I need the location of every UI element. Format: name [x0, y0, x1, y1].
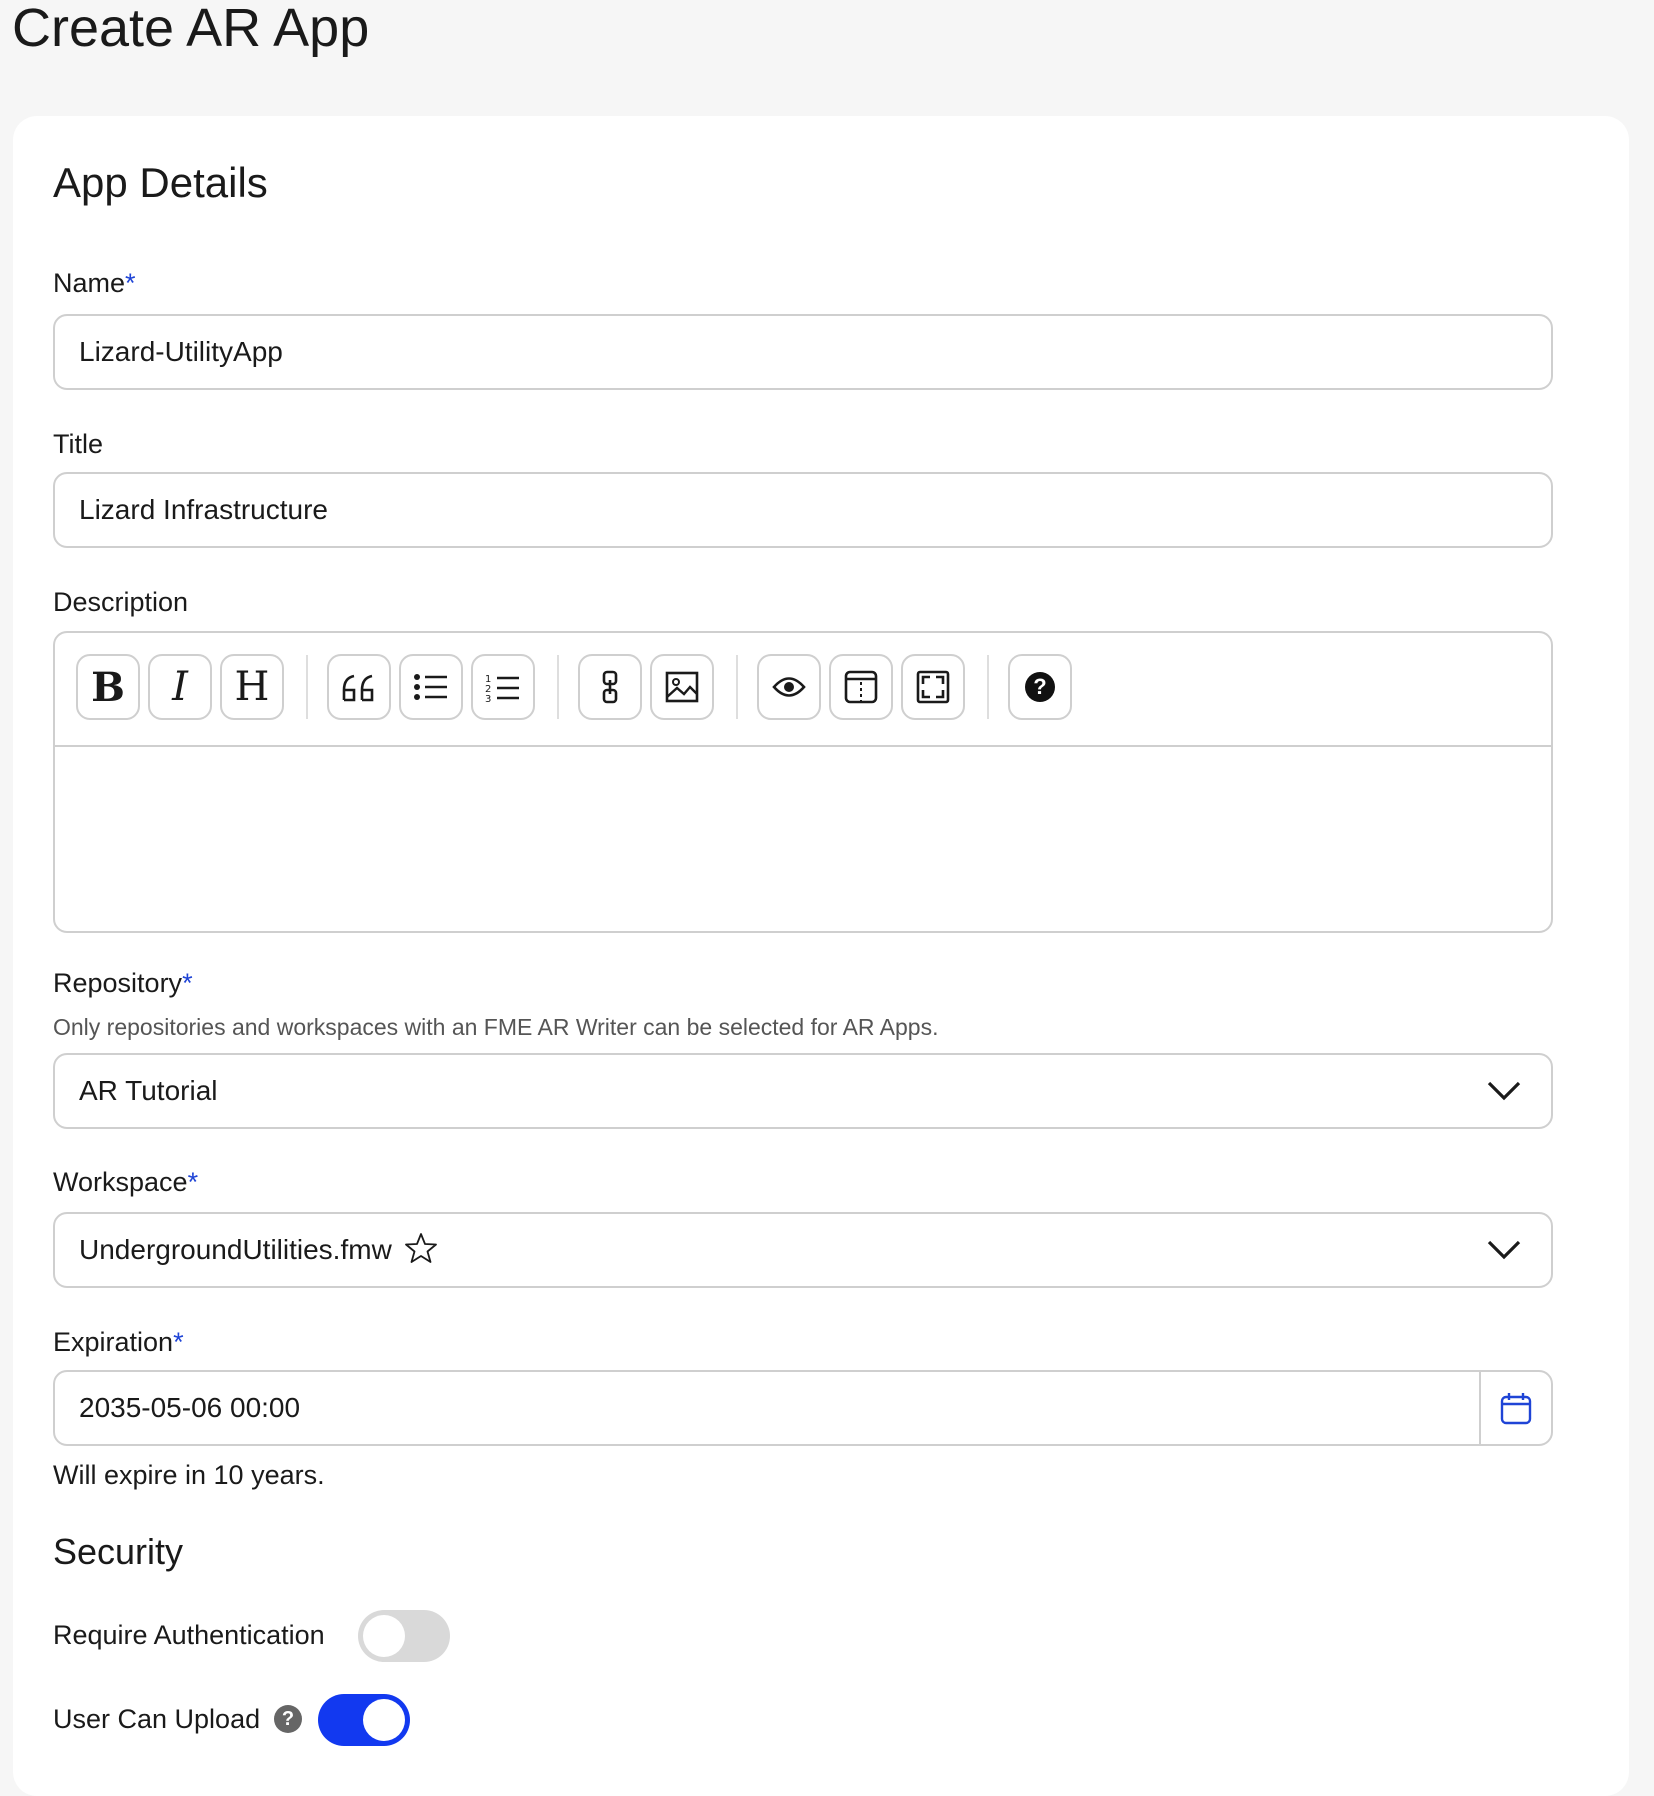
image-button[interactable]	[650, 654, 714, 720]
ordered-list-button[interactable]: 123	[471, 654, 535, 720]
toolbar-separator	[557, 655, 559, 719]
calendar-icon	[1500, 1393, 1532, 1425]
title-label: Title	[53, 429, 104, 459]
side-by-side-icon	[844, 670, 878, 704]
heading-button[interactable]: H	[220, 654, 284, 720]
required-mark: *	[173, 1327, 184, 1357]
help-icon: ?	[1025, 672, 1055, 702]
svg-text:3: 3	[485, 694, 491, 702]
image-icon	[665, 671, 699, 703]
name-label-text: Name	[53, 268, 126, 298]
link-icon	[602, 670, 618, 704]
ordered-list-icon: 123	[485, 674, 519, 702]
description-textarea[interactable]	[55, 747, 1551, 931]
name-label: Name*	[53, 266, 136, 300]
chevron-down-icon	[1487, 1240, 1521, 1260]
side-by-side-button[interactable]	[829, 654, 893, 720]
title-input-value: Lizard Infrastructure	[79, 494, 328, 525]
workspace-select-value: UndergroundUtilities.fmw	[79, 1214, 438, 1286]
chevron-down-icon	[1487, 1081, 1521, 1101]
required-mark: *	[187, 1167, 199, 1197]
user-can-upload-toggle[interactable]	[318, 1694, 410, 1746]
description-label: Description	[53, 587, 189, 617]
unordered-list-icon	[414, 674, 447, 700]
require-authentication-label: Require Authentication	[53, 1620, 325, 1650]
expiration-label-text: Expiration	[53, 1327, 174, 1357]
link-button[interactable]	[578, 654, 642, 720]
description-editor: B I H 123 ?	[53, 631, 1553, 933]
page-title: Create AR App	[12, 0, 370, 58]
repository-helper-text: Only repositories and workspaces with an…	[53, 1014, 939, 1040]
required-mark: *	[182, 968, 193, 998]
expiration-label: Expiration*	[53, 1325, 184, 1359]
toolbar-separator	[987, 655, 989, 719]
repository-select[interactable]: AR Tutorial	[53, 1053, 1553, 1129]
bold-button[interactable]: B	[76, 654, 140, 720]
fullscreen-icon	[916, 670, 950, 704]
repository-label-text: Repository	[53, 968, 183, 998]
workspace-label-text: Workspace	[53, 1167, 188, 1197]
require-authentication-toggle[interactable]	[358, 1610, 450, 1662]
required-mark: *	[125, 268, 136, 298]
expiration-note: Will expire in 10 years.	[53, 1460, 325, 1490]
quote-button[interactable]	[327, 654, 391, 720]
name-input-value: Lizard-UtilityApp	[79, 336, 283, 367]
calendar-button[interactable]	[1479, 1372, 1551, 1444]
user-can-upload-label: User Can Upload	[53, 1704, 261, 1734]
name-input[interactable]: Lizard-UtilityApp	[53, 314, 1553, 390]
star-icon[interactable]	[404, 1231, 438, 1265]
italic-button[interactable]: I	[148, 654, 212, 720]
expiration-input[interactable]: 2035-05-06 00:00	[79, 1372, 300, 1444]
eye-icon	[772, 677, 806, 697]
toolbar-separator	[306, 655, 308, 719]
unordered-list-button[interactable]	[399, 654, 463, 720]
title-input[interactable]: Lizard Infrastructure	[53, 472, 1553, 548]
toggle-knob	[363, 1615, 405, 1657]
editor-toolbar: B I H 123 ?	[55, 633, 1551, 747]
help-icon[interactable]: ?	[274, 1705, 302, 1733]
quote-icon	[342, 674, 374, 702]
toggle-knob	[363, 1699, 405, 1741]
workspace-label: Workspace*	[53, 1165, 198, 1199]
workspace-select[interactable]: UndergroundUtilities.fmw	[53, 1212, 1553, 1288]
repository-select-value: AR Tutorial	[79, 1075, 218, 1106]
preview-button[interactable]	[757, 654, 821, 720]
fullscreen-button[interactable]	[901, 654, 965, 720]
toolbar-separator	[736, 655, 738, 719]
workspace-name: UndergroundUtilities.fmw	[79, 1234, 392, 1265]
app-details-heading: App Details	[53, 159, 268, 206]
repository-label: Repository*	[53, 966, 193, 1000]
markdown-guide-button[interactable]: ?	[1008, 654, 1072, 720]
security-heading: Security	[53, 1531, 184, 1572]
expiration-date-field: 2035-05-06 00:00	[53, 1370, 1553, 1446]
